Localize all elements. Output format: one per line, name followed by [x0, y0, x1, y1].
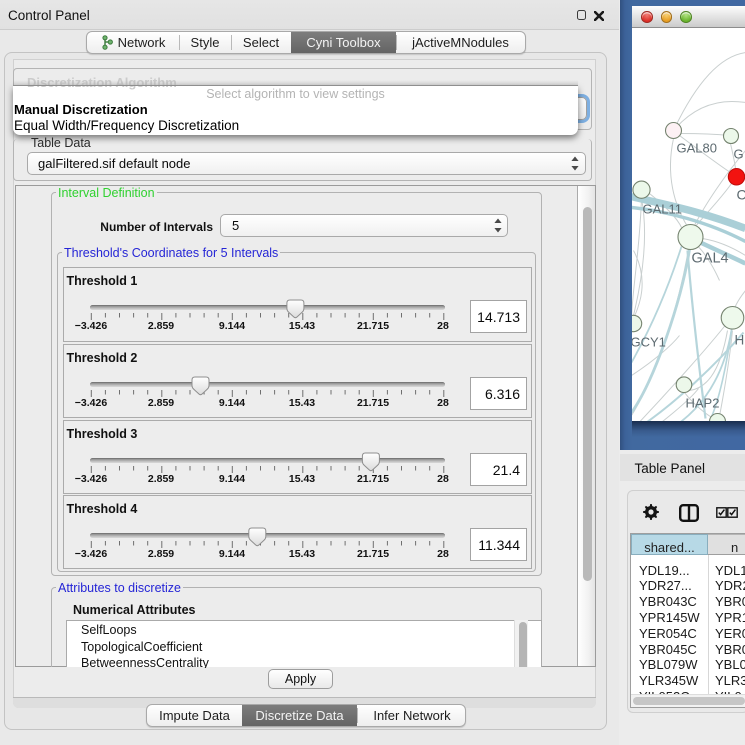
svg-text:GCY1: GCY1 — [632, 334, 666, 349]
svg-text:HAP2: HAP2 — [685, 395, 719, 410]
svg-text:GAL4: GAL4 — [691, 250, 728, 266]
svg-text:C: C — [736, 186, 745, 202]
svg-text:G: G — [733, 146, 743, 161]
svg-text:GAL11: GAL11 — [642, 201, 682, 216]
svg-text:H: H — [734, 332, 744, 347]
svg-text:GAL80: GAL80 — [676, 140, 716, 155]
